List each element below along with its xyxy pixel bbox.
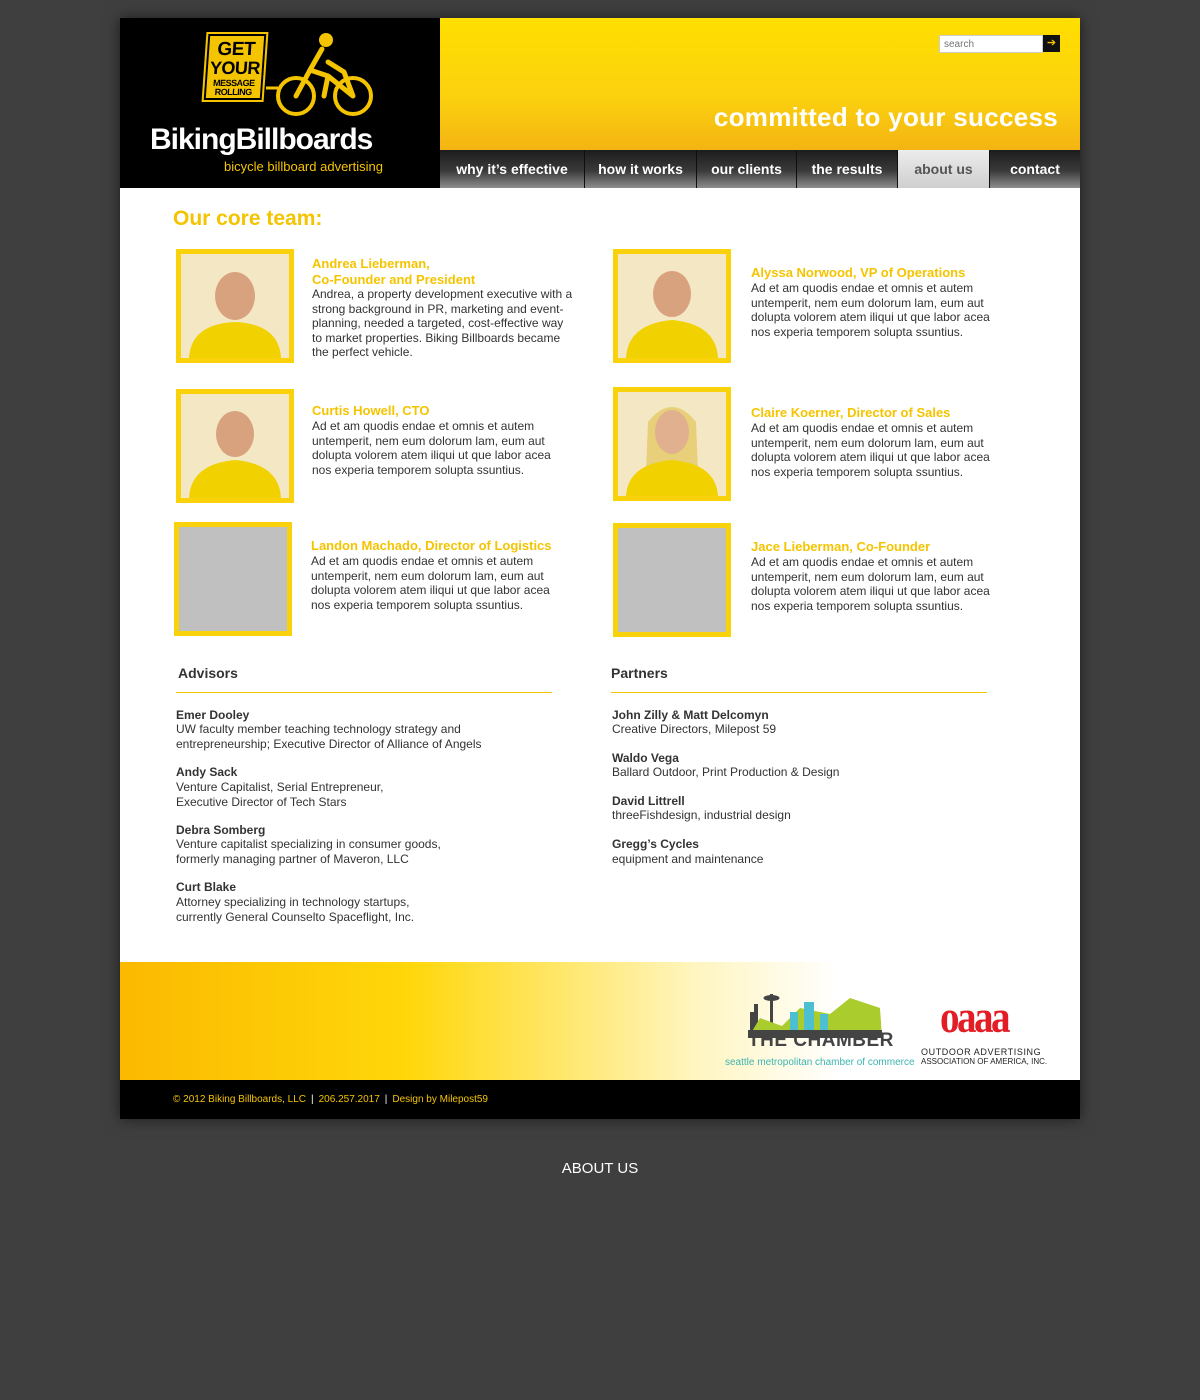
tagline: committed to your success [713, 102, 1058, 132]
member-bio: Ad et am quodis endae et omnis et autem … [312, 419, 551, 477]
member-name: Curtis Howell, CTO [312, 403, 430, 418]
member-bio: Andrea, a property development executive… [312, 287, 573, 359]
footer-phone[interactable]: 206.257.2017 [319, 1094, 380, 1105]
logo-name: BikingBillboards [150, 123, 373, 156]
member-name: Andrea Lieberman, Co-Founder and Preside… [312, 256, 476, 287]
member-name: Jace Lieberman, Co-Founder [751, 539, 931, 554]
member-bio: Ad et am quodis endae et omnis et autem … [311, 554, 550, 612]
member-name: Landon Machado, Director of Logistics [311, 538, 552, 553]
page-container: GET YOUR MESSAGE ROLLING BikingBillboard… [120, 18, 1080, 1119]
core-team-title: Our core team: [173, 207, 323, 230]
advisor-name: Debra Somberg [176, 823, 266, 837]
nav-how-it-works[interactable]: how it works [585, 150, 697, 188]
member-name: Alyssa Norwood, VP of Operations [751, 265, 966, 280]
partner-desc: Creative Directors, Milepost 59 [612, 722, 777, 736]
partners-title: Partners [611, 665, 668, 681]
oaaa-line-1: OUTDOOR ADVERTISING [921, 1047, 1042, 1057]
oaaa-logo: oaaa [940, 991, 1011, 1042]
advisor-desc: Attorney specializing in technology star… [176, 895, 415, 924]
search-submit-button[interactable]: ➔ [1043, 35, 1060, 52]
advisor-desc: UW faculty member teaching technology st… [176, 722, 482, 751]
partner-name: Gregg’s Cycles [612, 837, 699, 851]
advisors-divider [176, 692, 552, 693]
advisor-name: Andy Sack [176, 765, 238, 779]
member-photo [176, 389, 294, 503]
footer-text: © 2012 Biking Billboards, LLC | 206.257.20… [173, 1094, 488, 1105]
logo-sign: GET YOUR MESSAGE ROLLING [201, 32, 269, 102]
footer-separator: | [384, 1094, 388, 1105]
partner-name: David Littrell [612, 794, 685, 808]
advisors-title: Advisors [178, 665, 238, 681]
cyclist-icon [266, 33, 373, 116]
member-name: Claire Koerner, Director of Sales [751, 405, 951, 420]
advisor-name: Emer Dooley [176, 708, 250, 722]
header-banner: ➔ committed to your success [440, 18, 1080, 150]
advisor-desc: Venture Capitalist, Serial Entrepreneur,… [176, 780, 384, 809]
partner-desc: Ballard Outdoor, Print Production & Desi… [612, 765, 840, 779]
chamber-name: THE CHAMBER [748, 1030, 894, 1051]
search-input[interactable] [939, 35, 1043, 53]
oaaa-line-2: ASSOCIATION OF AMERICA, INC. [921, 1057, 1048, 1066]
partner-desc: threeFishdesign, industrial design [612, 808, 791, 822]
member-photo [176, 249, 294, 363]
logo-sign-line-1: GET [216, 39, 256, 60]
nav-the-results[interactable]: the results [797, 150, 898, 188]
portrait-image [618, 392, 726, 496]
member-photo [613, 249, 731, 363]
chamber-subtitle: seattle metropolitan chamber of commerce [725, 1057, 915, 1068]
member-photo-placeholder [174, 522, 292, 636]
partner-name: John Zilly & Matt Delcomyn [612, 708, 769, 722]
portrait-image [618, 254, 726, 358]
portrait-image [181, 394, 289, 498]
footer-credit-link[interactable]: Design by Milepost59 [392, 1094, 488, 1105]
page-label: ABOUT US [561, 1160, 639, 1177]
advisor-name: Curt Blake [176, 880, 237, 894]
logo-sign-line-2: YOUR [209, 58, 261, 78]
partner-name: Waldo Vega [612, 751, 679, 765]
logo[interactable]: GET YOUR MESSAGE ROLLING BikingBillboard… [120, 18, 440, 188]
nav-our-clients[interactable]: our clients [697, 150, 797, 188]
portrait-image [181, 254, 289, 358]
logo-tagline: bicycle billboard advertising [224, 159, 383, 174]
footer-copyright: © 2012 Biking Billboards, LLC [173, 1094, 306, 1105]
advisor-desc: Venture capitalist specializing in consu… [176, 837, 441, 866]
search-box: ➔ [939, 35, 1060, 53]
member-bio: Ad et am quodis endae et omnis et autem … [751, 555, 990, 613]
partner-desc: equipment and maintenance [612, 852, 764, 866]
footer-separator: | [311, 1094, 314, 1105]
logo-sign-line-4: ROLLING [214, 87, 253, 97]
member-bio: Ad et am quodis endae et omnis et autem … [751, 281, 990, 339]
member-photo-placeholder [613, 523, 731, 637]
main-nav: why it’s effective how it works our clie… [440, 150, 1080, 188]
member-photo [613, 387, 731, 501]
nav-about-us[interactable]: about us [898, 150, 990, 188]
nav-contact[interactable]: contact [990, 150, 1080, 188]
member-bio: Ad et am quodis endae et omnis et autem … [751, 421, 990, 479]
nav-why-its-effective[interactable]: why it’s effective [440, 150, 585, 188]
partners-divider [611, 692, 987, 693]
arrow-right-icon: ➔ [1046, 37, 1057, 49]
